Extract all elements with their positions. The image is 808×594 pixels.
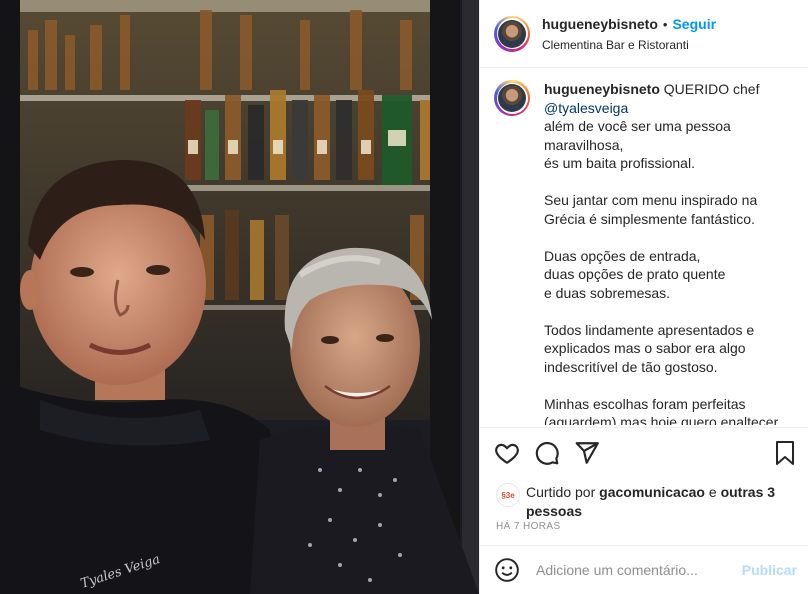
caption-paragraph-2: Seu jantar com menu inspirado na Grécia …	[544, 192, 758, 227]
heart-icon[interactable]	[494, 440, 520, 466]
caption-username[interactable]: hugueneybisneto	[544, 81, 660, 97]
bookmark-icon[interactable]	[773, 440, 797, 466]
post-actions: §3e Curtido por gacomunicacao e outras 3…	[480, 427, 808, 537]
liked-middle: e	[708, 484, 717, 500]
post-header: hugueneybisneto • Seguir Clementina Bar e …	[480, 0, 808, 68]
liker-username[interactable]: gacomunicacao	[599, 484, 705, 500]
follow-button[interactable]: Seguir	[672, 16, 716, 32]
caption-mention[interactable]: @tyalesveiga	[544, 100, 628, 116]
author-username[interactable]: hugueneybisneto	[542, 16, 658, 32]
caption-paragraph-1: além de você ser uma pessoa maravilhosa,…	[544, 118, 731, 171]
comment-icon[interactable]	[534, 440, 560, 466]
comment-bar: Publicar	[480, 545, 808, 594]
post-timestamp[interactable]: HÁ 7 HORAS	[496, 521, 561, 532]
post-side-panel: hugueneybisneto • Seguir Clementina Bar e …	[479, 0, 808, 594]
caption-first-line: QUERIDO chef	[663, 81, 760, 97]
post-photo-illustration: Tyales Veiga	[0, 0, 479, 594]
caption-text: hugueneybisneto QUERIDO chef @tyalesveig…	[544, 80, 778, 425]
post-photo[interactable]: Tyales Veiga	[0, 0, 479, 594]
comment-input[interactable]	[534, 561, 738, 579]
publish-button[interactable]: Publicar	[742, 562, 797, 578]
separator-dot: •	[662, 16, 668, 32]
liker-avatar[interactable]: §3e	[496, 483, 520, 507]
caption-paragraph-4: Todos lindamente apresentados e explicad…	[544, 321, 755, 375]
share-icon[interactable]	[574, 440, 600, 466]
liked-prefix: Curtido por	[526, 484, 596, 500]
post-location[interactable]: Clementina Bar e Ristoranti	[542, 38, 716, 52]
caption-area: hugueneybisneto QUERIDO chef @tyalesveig…	[494, 80, 799, 425]
caption-paragraph-5: Minhas escolhas foram perfeitas (aguarde…	[544, 395, 779, 426]
emoji-icon[interactable]	[494, 557, 520, 583]
liked-by: §3e Curtido por gacomunicacao e outras 3…	[496, 483, 796, 521]
caption-author-avatar[interactable]	[494, 80, 530, 116]
caption-paragraph-3: Duas opções de entrada, duas opções de p…	[544, 247, 726, 301]
author-avatar[interactable]	[494, 15, 530, 52]
